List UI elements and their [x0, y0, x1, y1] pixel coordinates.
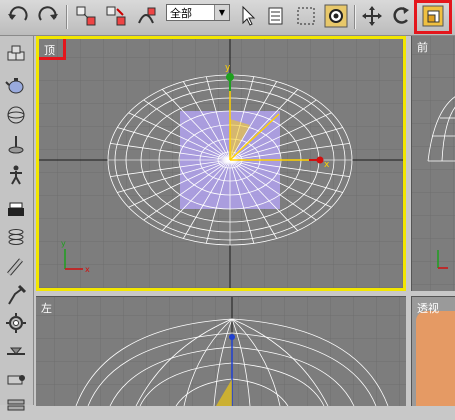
- biped-icon[interactable]: [3, 162, 29, 188]
- highlight-top-label: [39, 39, 66, 60]
- sphere-shaded: [416, 311, 455, 406]
- selection-filter-value: 全部: [170, 7, 192, 20]
- select-by-name-icon[interactable]: [265, 4, 289, 28]
- left-viewport-canvas: [36, 297, 406, 406]
- highlight-scale-button: [414, 0, 452, 34]
- bind-space-warp-icon[interactable]: [134, 4, 158, 28]
- undo-icon[interactable]: [6, 4, 30, 28]
- viewport-top[interactable]: y x y x 顶: [36, 36, 406, 291]
- viewport-perspective[interactable]: 透视: [411, 296, 455, 406]
- redo-icon[interactable]: [36, 4, 60, 28]
- front-viewport-canvas: [412, 36, 455, 291]
- select-object-icon[interactable]: [236, 4, 260, 28]
- left-tool-panel: [0, 36, 34, 411]
- create-panel-icon[interactable]: [3, 42, 29, 68]
- helper-icon[interactable]: [3, 366, 29, 392]
- top-viewport-canvas: y x y x: [39, 39, 403, 288]
- viewport-left[interactable]: 左: [36, 296, 406, 406]
- viewport-label-front[interactable]: 前: [417, 39, 428, 55]
- select-move-icon[interactable]: [360, 4, 384, 28]
- gear-icon[interactable]: [3, 310, 29, 336]
- viewport-label-left[interactable]: 左: [41, 300, 52, 316]
- select-rotate-icon[interactable]: [389, 4, 413, 28]
- cone-light-icon[interactable]: [3, 132, 29, 158]
- modifier-stack-icon[interactable]: [3, 394, 29, 420]
- link-icon[interactable]: [74, 4, 98, 28]
- camera-icon[interactable]: [3, 338, 29, 364]
- rectangle-selection-icon[interactable]: [294, 4, 318, 28]
- viewport-front[interactable]: 前: [411, 36, 455, 291]
- window-crossing-icon[interactable]: [324, 4, 348, 28]
- svg-text:y: y: [61, 239, 66, 248]
- svg-text:x: x: [85, 265, 90, 274]
- spring-icon[interactable]: [3, 224, 29, 250]
- main-toolbar: 全部 ▼: [0, 0, 455, 36]
- viewport-label-perspective[interactable]: 透视: [417, 300, 439, 316]
- svg-text:y: y: [225, 63, 231, 73]
- tube-icon[interactable]: [3, 254, 29, 280]
- chevron-down-icon: ▼: [214, 5, 229, 20]
- sphere-icon[interactable]: [3, 102, 29, 128]
- selection-filter-dropdown[interactable]: 全部 ▼: [166, 4, 230, 21]
- svg-text:x: x: [324, 160, 330, 170]
- unlink-icon[interactable]: [104, 4, 128, 28]
- teapot-icon[interactable]: [3, 72, 29, 98]
- lamp-icon[interactable]: [3, 282, 29, 308]
- box-modifier-icon[interactable]: [3, 196, 29, 222]
